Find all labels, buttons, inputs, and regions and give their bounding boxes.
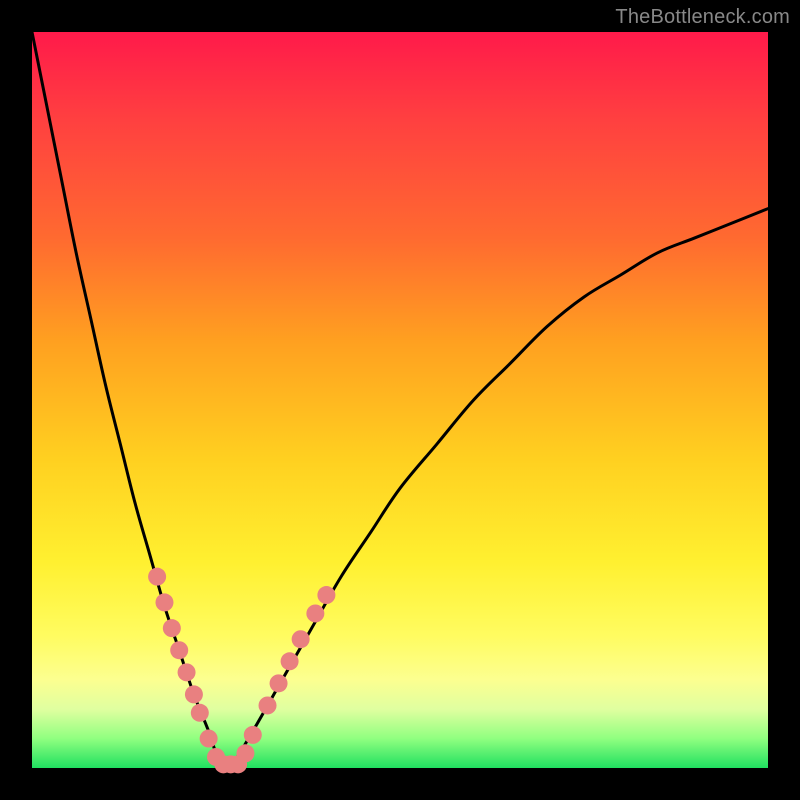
watermark-text: TheBottleneck.com (615, 6, 790, 29)
data-marker (185, 685, 203, 703)
data-marker (270, 674, 288, 692)
data-marker (281, 652, 299, 670)
data-marker (163, 619, 181, 637)
data-marker (191, 704, 209, 722)
data-marker (170, 641, 188, 659)
curve-left (32, 32, 231, 769)
curve-right (231, 209, 768, 768)
data-marker (292, 630, 310, 648)
data-marker (259, 696, 277, 714)
markers-group (148, 568, 335, 774)
data-marker (155, 593, 173, 611)
data-marker (148, 568, 166, 586)
data-marker (236, 744, 254, 762)
data-marker (306, 604, 324, 622)
chart-container: TheBottleneck.com (0, 0, 800, 800)
chart-svg (32, 32, 768, 768)
data-marker (244, 726, 262, 744)
data-marker (200, 730, 218, 748)
plot-area (32, 32, 768, 768)
data-marker (317, 586, 335, 604)
data-marker (178, 663, 196, 681)
